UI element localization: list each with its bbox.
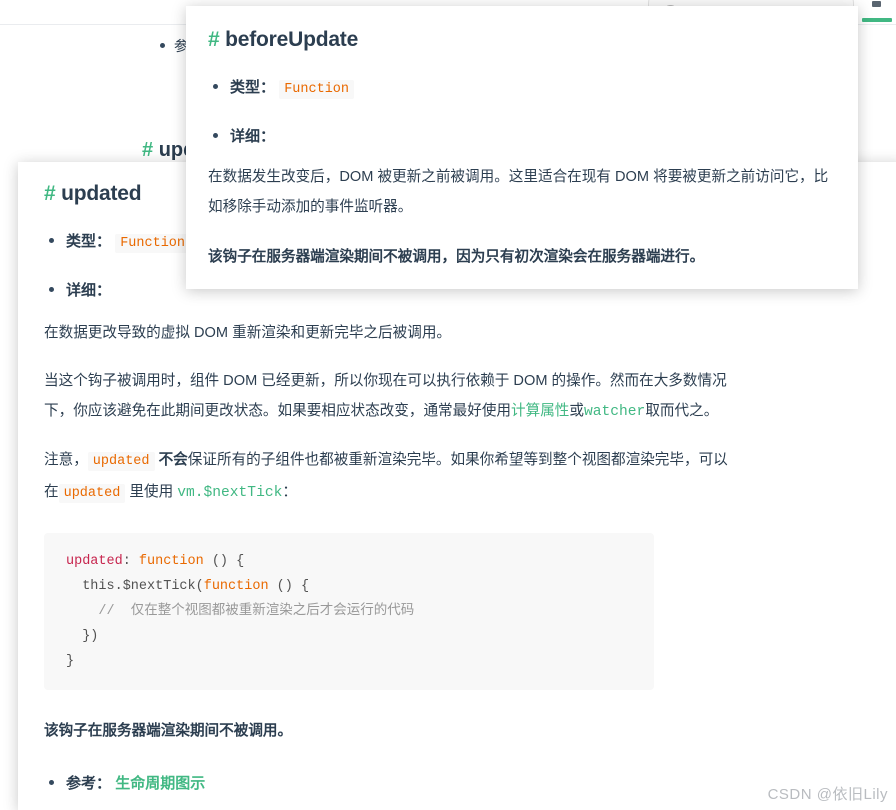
before-update-type-value: Function	[279, 80, 354, 99]
p3-bold: 不会	[158, 452, 188, 468]
before-update-detail-label: 详细：	[230, 128, 276, 145]
before-update-paragraph-1: 在数据发生改变后，DOM 被更新之前被调用。这里适合在现有 DOM 将要被更新之…	[208, 169, 829, 215]
p2-text-c: 取而代之。	[645, 403, 719, 419]
nav-item-glyph[interactable]	[872, 1, 881, 7]
p3-code-2: updated	[58, 484, 126, 503]
heading-hash-icon: #	[208, 28, 220, 51]
heading-hash: #	[142, 139, 154, 161]
updated-paragraph-3: 注意， updated 不会保证所有的子组件也都被重新渲染完毕。如果你希望等到整个…	[44, 445, 734, 509]
heading-hash-icon: #	[44, 182, 56, 205]
updated-ref-label: 参考：	[66, 775, 112, 792]
before-update-heading: # beforeUpdate	[208, 28, 832, 52]
before-update-paragraph-2: 该钩子在服务器端渲染期间不被调用，因为只有初次渲染会在服务器端进行。	[208, 249, 705, 265]
computed-property-link[interactable]: 计算属性	[511, 403, 569, 419]
before-update-heading-text: beforeUpdate	[225, 28, 359, 51]
updated-type-label: 类型：	[66, 233, 112, 250]
panel-before-update: # beforeUpdate 类型： Function 详细： 在数据发生改变后…	[186, 6, 858, 289]
p3-text-d: 里使用	[129, 484, 174, 500]
watcher-link[interactable]: watcher	[584, 404, 645, 420]
before-update-detail-row: 详细：	[208, 125, 832, 146]
updated-paragraph-2: 当这个钩子被调用时，组件 DOM 已经更新，所以你现在可以执行依赖于 DOM 的…	[44, 366, 734, 427]
next-tick-link[interactable]: vm.$nextTick	[177, 485, 282, 501]
nav-active-indicator	[862, 18, 892, 22]
code-content: updated: function () { this.$nextTick(fu…	[66, 554, 415, 669]
updated-reference-row: 参考： 生命周期图示	[44, 772, 880, 793]
updated-type-value: Function	[115, 234, 190, 253]
p3-text-a: 注意，	[44, 452, 88, 468]
updated-code-block: updated: function () { this.$nextTick(fu…	[44, 533, 654, 690]
before-update-type-row: 类型： Function	[208, 76, 832, 99]
p2-text-b: 或	[569, 403, 585, 419]
lifecycle-diagram-link[interactable]: 生命周期图示	[115, 775, 205, 792]
bullet-dot	[160, 43, 165, 48]
before-update-type-label: 类型：	[230, 79, 276, 96]
updated-detail-label: 详细：	[66, 282, 112, 299]
updated-paragraph-4: 该钩子在服务器端渲染期间不被调用。	[44, 723, 293, 739]
updated-paragraph-1: 在数据更改导致的虚拟 DOM 重新渲染和更新完毕之后被调用。	[44, 325, 452, 341]
p3-text-e: ：	[282, 484, 297, 500]
p3-code-1: updated	[87, 452, 155, 471]
watermark: CSDN @依旧Lily	[767, 786, 888, 803]
updated-heading-text: updated	[61, 182, 142, 205]
